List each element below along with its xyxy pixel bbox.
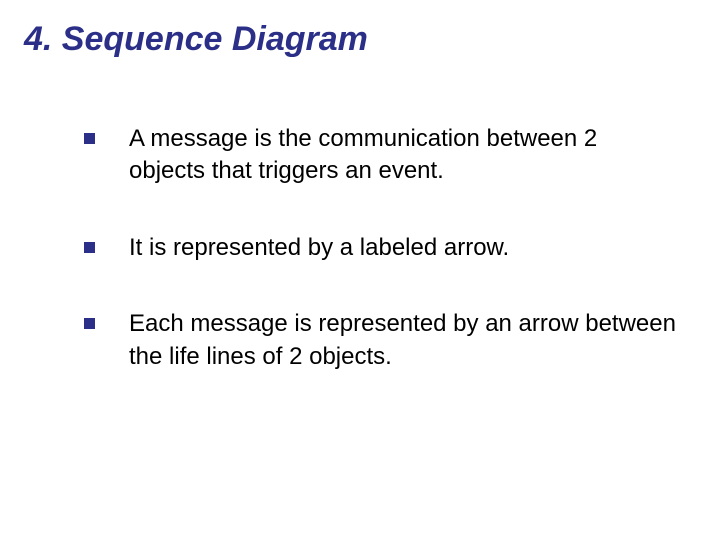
bullet-text: It is represented by a labeled arrow. [129, 232, 676, 264]
list-item: It is represented by a labeled arrow. [84, 232, 676, 264]
square-bullet-icon [84, 133, 95, 144]
bullet-list: A message is the communication between 2… [24, 123, 696, 373]
slide-title: 4. Sequence Diagram [24, 20, 696, 59]
square-bullet-icon [84, 242, 95, 253]
square-bullet-icon [84, 318, 95, 329]
slide: 4. Sequence Diagram A message is the com… [0, 0, 720, 540]
bullet-text: Each message is represented by an arrow … [129, 308, 676, 373]
bullet-text: A message is the communication between 2… [129, 123, 676, 188]
list-item: A message is the communication between 2… [84, 123, 676, 188]
list-item: Each message is represented by an arrow … [84, 308, 676, 373]
